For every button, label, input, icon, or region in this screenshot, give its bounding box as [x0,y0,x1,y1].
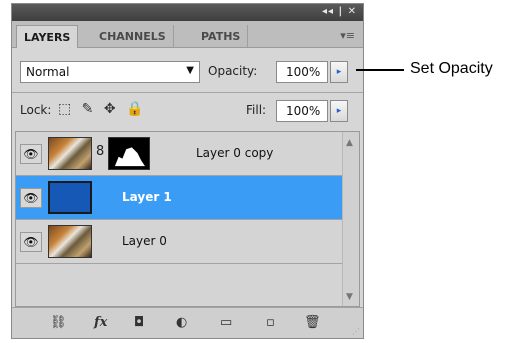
resize-grip-icon[interactable]: ⋰ [352,327,360,336]
fill-input[interactable]: 100% [276,100,328,122]
fill-slider-button[interactable]: ▸ [330,100,348,122]
visibility-eye-icon[interactable]: 👁 [20,188,42,208]
layer-list-scrollbar[interactable]: ▲ ▼ [342,132,359,306]
scroll-up-icon[interactable]: ▲ [346,138,353,148]
tab-channels[interactable]: CHANNELS [92,25,174,47]
link-layers-icon[interactable]: ⛓ [50,315,67,330]
blend-mode-select[interactable]: Normal ▼ [20,61,200,83]
lock-fill-row: Lock: ⬚ ✎ ✥ 🔒 Fill: 100% ▸ [12,93,363,129]
mask-link-icon[interactable]: 8 [96,144,104,159]
layer-row-layer-0-copy[interactable]: 👁 8 Layer 0 copy [16,132,342,176]
fx-icon[interactable]: fx [94,315,107,330]
panel-footer: ⛓ fx ◘ ◐ ▭ ▫ 🗑 ⋰ [12,307,363,338]
tab-layers[interactable]: LAYERS [16,25,79,48]
new-group-icon[interactable]: ▭ [220,315,232,330]
layer-thumbnail [48,225,92,258]
layer-name: Layer 0 [122,234,167,248]
panel-menu-icon[interactable]: ▾≡ [340,29,355,42]
blend-opacity-row: Normal ▼ Opacity: 100% ▸ [12,52,363,92]
layer-name: Layer 0 copy [196,146,274,160]
add-mask-icon[interactable]: ◘ [134,315,144,330]
visibility-eye-icon[interactable]: 👁 [20,144,42,164]
trash-icon[interactable]: 🗑 [304,315,321,330]
opacity-label: Opacity: [208,64,258,78]
opacity-slider-button[interactable]: ▸ [330,61,348,83]
callout-line [356,69,404,71]
tab-paths[interactable]: PATHS [194,25,249,47]
layer-thumbnail [48,137,92,170]
adjustment-layer-icon[interactable]: ◐ [176,315,187,330]
layers-panel: ◂◂ | ✕ LAYERS CHANNELS PATHS ▾≡ Normal ▼… [11,3,364,339]
visibility-eye-icon[interactable]: 👁 [20,232,42,252]
layer-list: 👁 8 Layer 0 copy 👁 Layer 1 👁 Layer 0 ▲ ▼ [15,131,360,307]
mask-shape-icon [114,147,145,167]
new-layer-icon[interactable]: ▫ [266,315,275,330]
chevron-down-icon: ▼ [186,65,194,76]
layer-name: Layer 1 [122,190,172,204]
callout-label: Set Opacity [410,60,493,77]
scroll-down-icon[interactable]: ▼ [346,292,353,302]
panel-titlebar: ◂◂ | ✕ [12,4,363,21]
fill-label: Fill: [246,103,267,117]
lock-options-icons[interactable]: ⬚ ✎ ✥ 🔒 [58,101,146,117]
collapse-close-icon[interactable]: ◂◂ | ✕ [322,6,357,17]
panel-tabbar: LAYERS CHANNELS PATHS ▾≡ [12,21,363,48]
layer-mask-thumbnail[interactable] [108,137,150,170]
opacity-input[interactable]: 100% [276,61,328,83]
layer-row-layer-0[interactable]: 👁 Layer 0 [16,220,342,264]
blend-mode-value: Normal [26,65,70,79]
lock-label: Lock: [20,103,52,117]
layer-row-layer-1[interactable]: 👁 Layer 1 [16,176,342,220]
layer-thumbnail [48,181,92,214]
